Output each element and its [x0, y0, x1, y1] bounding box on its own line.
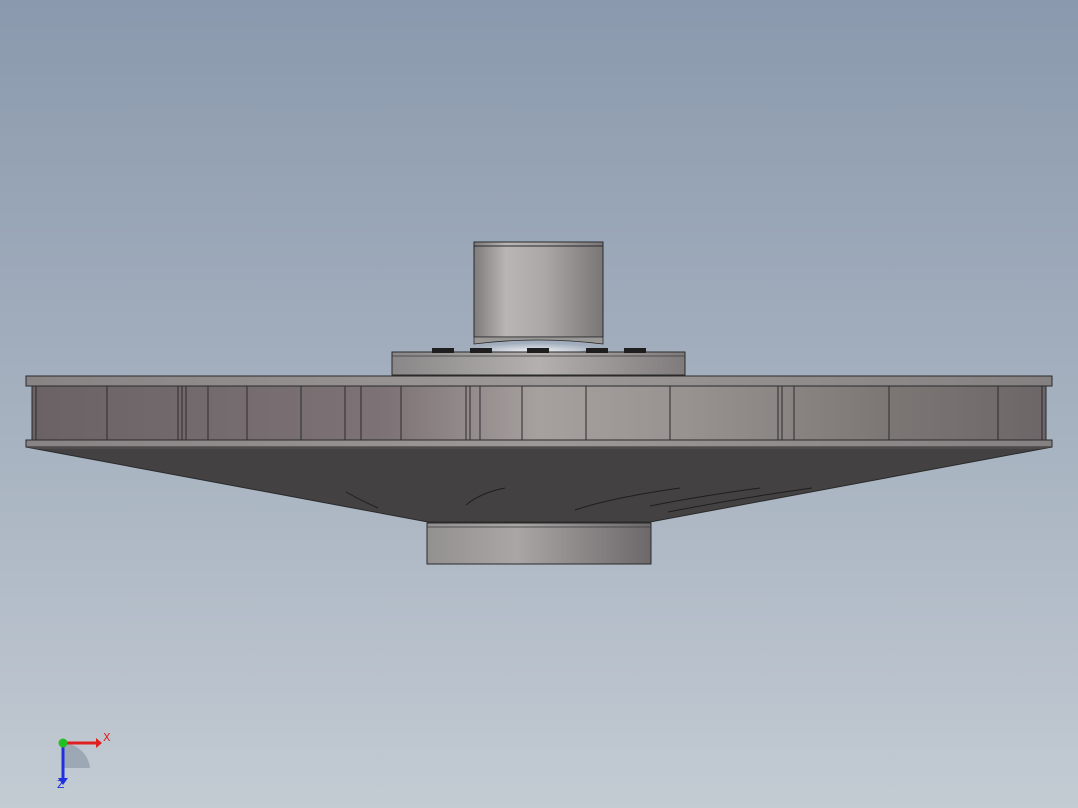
bolt-head	[527, 348, 549, 353]
orientation-triad[interactable]: X Z	[50, 728, 120, 798]
bolt-head	[470, 348, 492, 353]
blade-ring[interactable]	[31, 385, 1047, 441]
x-axis-label: X	[103, 731, 111, 744]
triad-plane	[63, 743, 90, 768]
hub-flange[interactable]	[391, 348, 686, 376]
top-plate[interactable]	[25, 375, 1053, 387]
bolt-head	[624, 348, 646, 353]
bolt-head	[432, 348, 454, 353]
z-axis-label: Z	[57, 778, 65, 791]
y-axis-dot	[58, 738, 68, 748]
bottom-plate[interactable]	[25, 439, 1053, 448]
upper-shaft[interactable]	[473, 241, 604, 354]
3d-viewport[interactable]: X Z	[0, 0, 1078, 808]
fan-impeller-model[interactable]	[0, 0, 1078, 808]
x-axis-arrowhead	[96, 738, 102, 748]
lower-shaft[interactable]	[426, 522, 652, 565]
bolt-head	[586, 348, 608, 353]
cone-backplate[interactable]	[25, 446, 1053, 523]
